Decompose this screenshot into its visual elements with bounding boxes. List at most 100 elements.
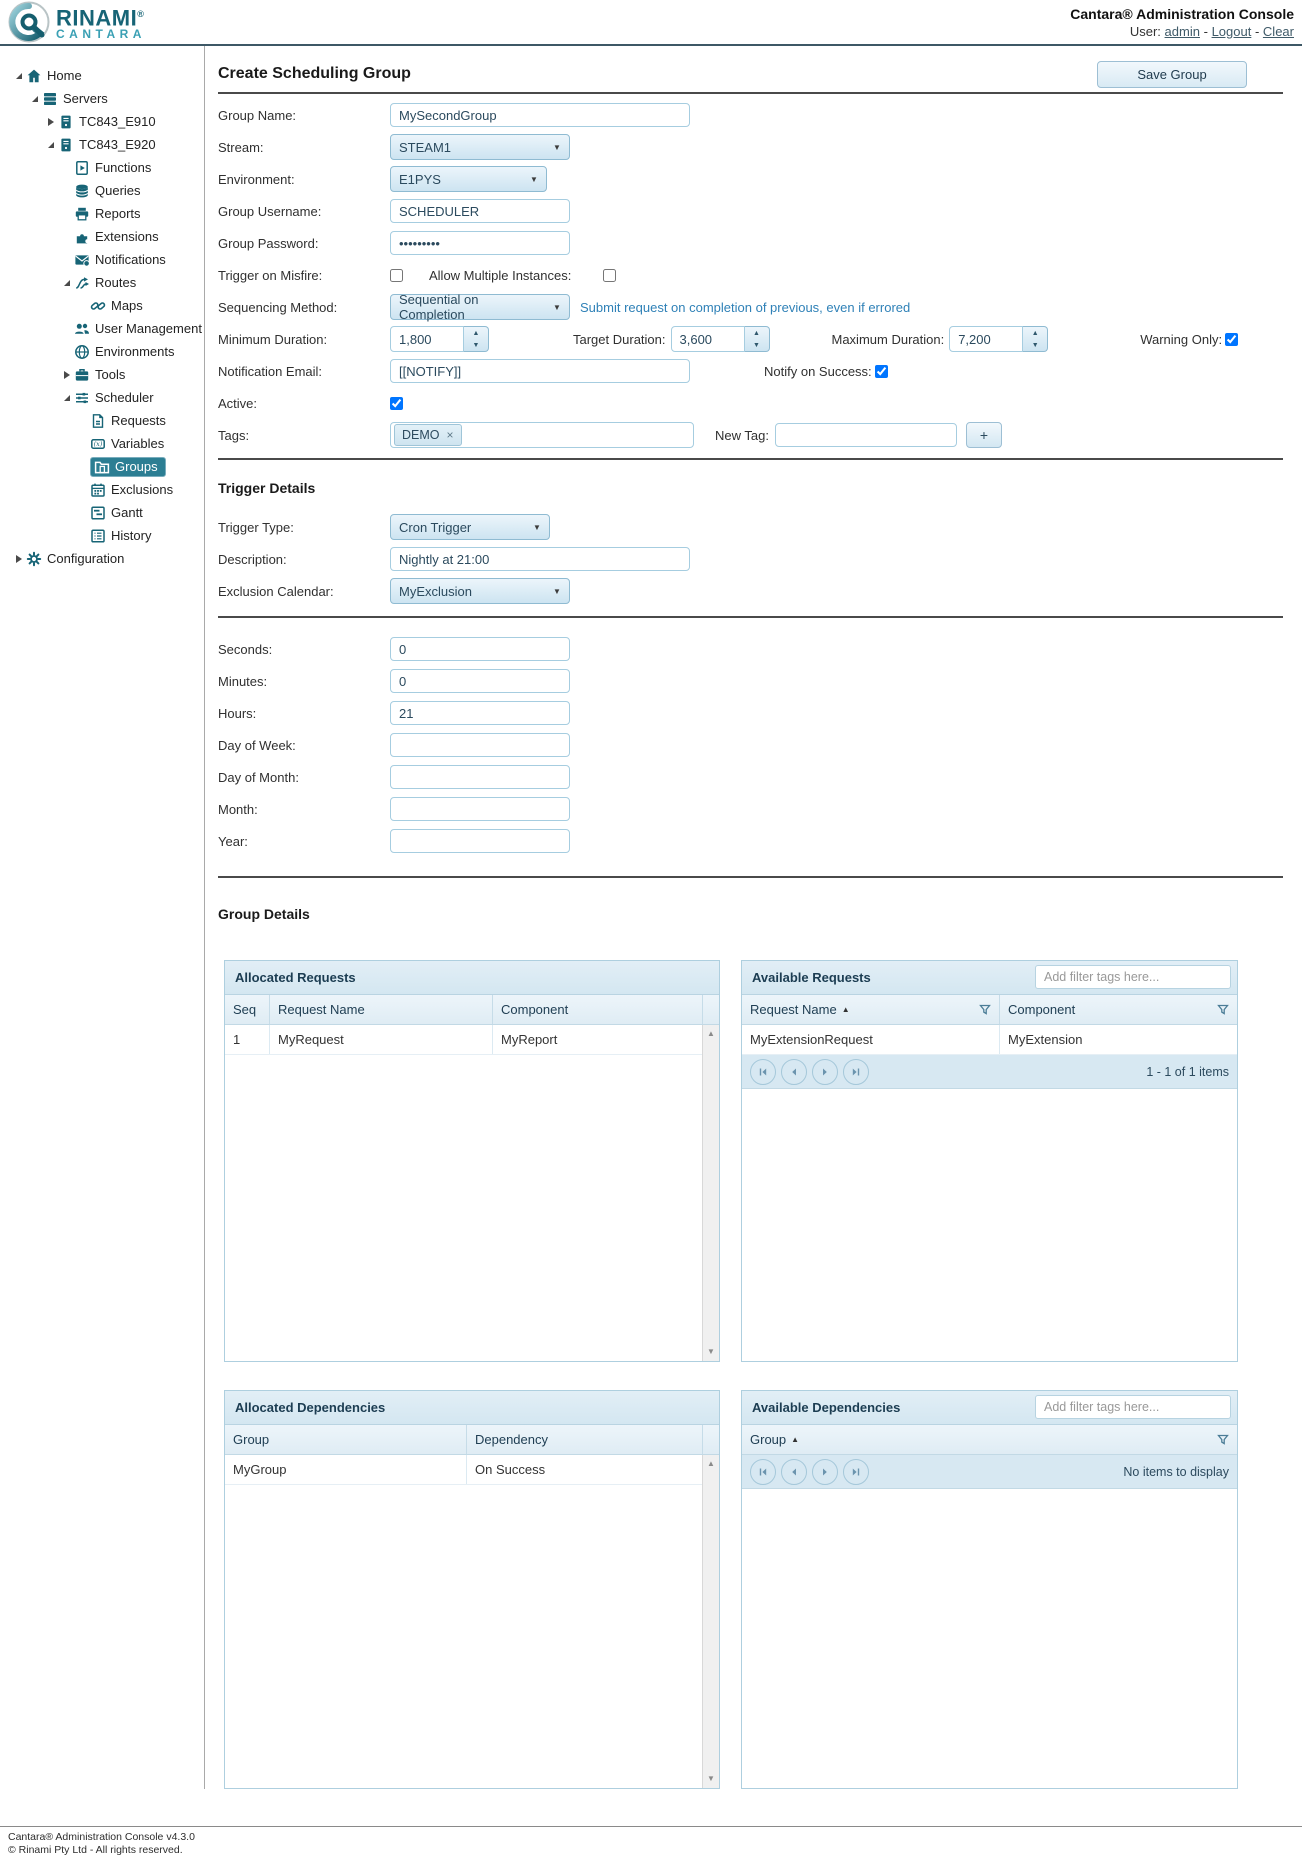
- sidebar-item-variables[interactable]: Variables: [0, 432, 204, 455]
- column-header-seq[interactable]: Seq: [225, 995, 269, 1024]
- section-divider: [218, 458, 1283, 460]
- group-password-input[interactable]: [390, 231, 570, 255]
- column-header-component[interactable]: Component: [999, 995, 1237, 1024]
- column-header-group[interactable]: Group ▲: [742, 1425, 1237, 1454]
- spinner-up-icon[interactable]: ▲: [745, 327, 769, 339]
- sidebar-item-functions[interactable]: Functions: [0, 156, 204, 179]
- active-checkbox[interactable]: [390, 397, 403, 410]
- target-duration-input[interactable]: [671, 326, 745, 352]
- day-of-month-input[interactable]: [390, 765, 570, 789]
- sidebar-item-tools[interactable]: Tools: [0, 363, 204, 386]
- sidebar-item-routes[interactable]: Routes: [0, 271, 204, 294]
- sidebar-item-home[interactable]: Home: [0, 64, 204, 87]
- sidebar-item-tc843-e910[interactable]: TC843_E910: [0, 110, 204, 133]
- hours-input[interactable]: [390, 701, 570, 725]
- pager-first-button[interactable]: [750, 1459, 776, 1485]
- pager-first-button[interactable]: [750, 1059, 776, 1085]
- sidebar-item-configuration[interactable]: Configuration: [0, 547, 204, 570]
- sidebar-item-requests[interactable]: Requests: [0, 409, 204, 432]
- month-input[interactable]: [390, 797, 570, 821]
- group-username-input[interactable]: [390, 199, 570, 223]
- sidebar-item-history[interactable]: History: [0, 524, 204, 547]
- trigger-type-select[interactable]: Cron Trigger▼: [390, 514, 550, 540]
- column-header-request-name[interactable]: Request Name: [269, 995, 492, 1024]
- allow-multiple-instances-checkbox[interactable]: [603, 269, 616, 282]
- table-row[interactable]: MyGroup On Success: [225, 1455, 703, 1485]
- column-header-component[interactable]: Component: [492, 995, 702, 1024]
- pager-previous-button[interactable]: [781, 1059, 807, 1085]
- group-name-input[interactable]: [390, 103, 690, 127]
- clear-link[interactable]: Clear: [1263, 24, 1294, 39]
- minutes-input[interactable]: [390, 669, 570, 693]
- sidebar-item-queries[interactable]: Queries: [0, 179, 204, 202]
- logout-link[interactable]: Logout: [1212, 24, 1252, 39]
- sidebar-item-gantt[interactable]: Gantt: [0, 501, 204, 524]
- sidebar-item-exclusions[interactable]: Exclusions: [0, 478, 204, 501]
- user-name-link[interactable]: admin: [1165, 24, 1200, 39]
- notify-on-success-checkbox[interactable]: [875, 365, 888, 378]
- add-tag-button[interactable]: +: [966, 422, 1002, 448]
- trigger-on-misfire-checkbox[interactable]: [390, 269, 403, 282]
- notification-email-input[interactable]: [390, 359, 690, 383]
- scroll-up-icon[interactable]: ▲: [703, 1027, 719, 1041]
- sidebar-item-user-management[interactable]: User Management: [0, 317, 204, 340]
- sidebar-item-reports[interactable]: Reports: [0, 202, 204, 225]
- maximum-duration-input[interactable]: [949, 326, 1023, 352]
- column-header-dependency[interactable]: Dependency: [466, 1425, 702, 1454]
- collapse-arrow-icon[interactable]: [28, 96, 42, 102]
- filter-funnel-icon[interactable]: [1217, 1004, 1229, 1016]
- pager-previous-button[interactable]: [781, 1459, 807, 1485]
- spinner-up-icon[interactable]: ▲: [1023, 327, 1047, 339]
- sidebar-item-groups[interactable]: Groups: [0, 455, 204, 478]
- year-input[interactable]: [390, 829, 570, 853]
- vertical-scrollbar[interactable]: ▲ ▼: [702, 1025, 719, 1361]
- expand-arrow-icon[interactable]: [44, 118, 58, 126]
- pager-next-button[interactable]: [812, 1059, 838, 1085]
- sidebar-item-environments[interactable]: Environments: [0, 340, 204, 363]
- filter-funnel-icon[interactable]: [1217, 1434, 1229, 1446]
- pager-last-button[interactable]: [843, 1459, 869, 1485]
- collapse-arrow-icon[interactable]: [60, 395, 74, 401]
- table-row[interactable]: MyExtensionRequest MyExtension: [742, 1025, 1237, 1055]
- description-input[interactable]: [390, 547, 690, 571]
- remove-tag-icon[interactable]: ×: [447, 428, 454, 442]
- stream-select[interactable]: STEAM1▼: [390, 134, 570, 160]
- filter-tags-input[interactable]: [1035, 1395, 1231, 1419]
- vertical-scrollbar[interactable]: ▲ ▼: [702, 1455, 719, 1788]
- filter-tags-input[interactable]: [1035, 965, 1231, 989]
- spinner-down-icon[interactable]: ▼: [745, 339, 769, 351]
- sidebar-item-maps[interactable]: Maps: [0, 294, 204, 317]
- filter-funnel-icon[interactable]: [979, 1004, 991, 1016]
- save-group-button[interactable]: Save Group: [1097, 61, 1247, 88]
- exclusion-calendar-select[interactable]: MyExclusion▼: [390, 578, 570, 604]
- minimum-duration-input[interactable]: [390, 326, 464, 352]
- table-row[interactable]: 1 MyRequest MyReport: [225, 1025, 703, 1055]
- sequencing-method-select[interactable]: Sequential on Completion▼: [390, 294, 570, 320]
- environment-select[interactable]: E1PYS▼: [390, 166, 547, 192]
- scroll-down-icon[interactable]: ▼: [703, 1772, 719, 1786]
- warning-only-checkbox[interactable]: [1225, 333, 1238, 346]
- spinner-up-icon[interactable]: ▲: [464, 327, 488, 339]
- collapse-arrow-icon[interactable]: [60, 280, 74, 286]
- pager-next-button[interactable]: [812, 1459, 838, 1485]
- sidebar-item-tc843-e920[interactable]: TC843_E920: [0, 133, 204, 156]
- collapse-arrow-icon[interactable]: [12, 73, 26, 79]
- column-header-group[interactable]: Group: [225, 1425, 466, 1454]
- seconds-input[interactable]: [390, 637, 570, 661]
- sidebar-item-servers[interactable]: Servers: [0, 87, 204, 110]
- new-tag-input[interactable]: [775, 423, 957, 447]
- tags-input[interactable]: DEMO×: [390, 422, 694, 448]
- scroll-up-icon[interactable]: ▲: [703, 1457, 719, 1471]
- collapse-arrow-icon[interactable]: [44, 142, 58, 148]
- scroll-down-icon[interactable]: ▼: [703, 1345, 719, 1359]
- spinner-down-icon[interactable]: ▼: [1023, 339, 1047, 351]
- spinner-down-icon[interactable]: ▼: [464, 339, 488, 351]
- sidebar-item-notifications[interactable]: Notifications: [0, 248, 204, 271]
- sidebar-item-scheduler[interactable]: Scheduler: [0, 386, 204, 409]
- pager-last-button[interactable]: [843, 1059, 869, 1085]
- sidebar-item-extensions[interactable]: Extensions: [0, 225, 204, 248]
- expand-arrow-icon[interactable]: [12, 555, 26, 563]
- day-of-week-input[interactable]: [390, 733, 570, 757]
- column-header-request-name[interactable]: Request Name ▲: [742, 995, 999, 1024]
- expand-arrow-icon[interactable]: [60, 371, 74, 379]
